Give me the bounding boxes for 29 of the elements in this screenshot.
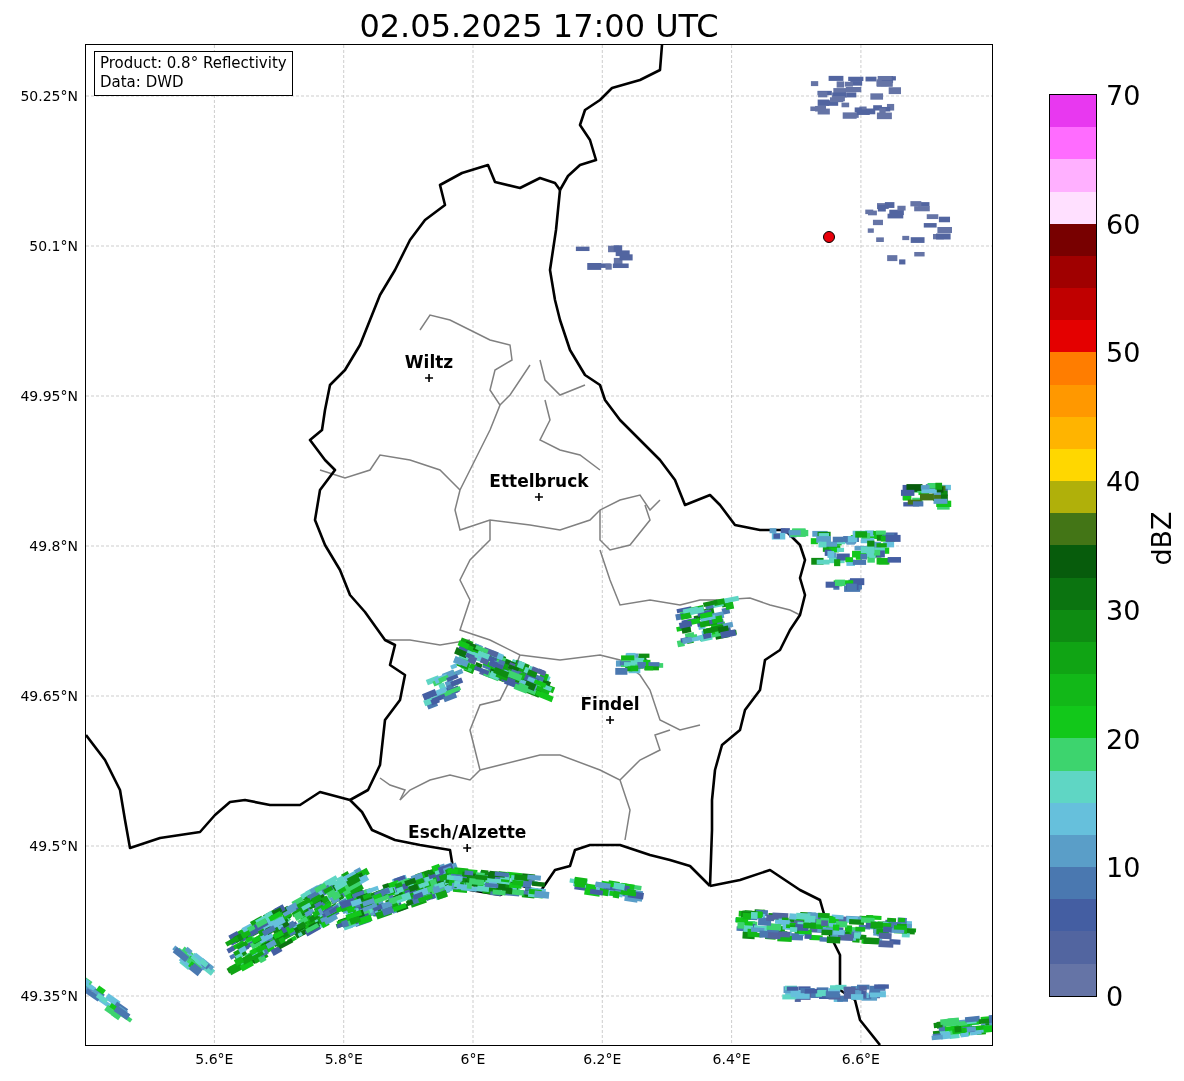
colorbar-tick-label: 30 xyxy=(1106,594,1141,626)
city-label: Ettelbruck xyxy=(489,471,589,491)
colorbar-tick-label: 60 xyxy=(1106,208,1141,240)
city-label: Esch/Alzette xyxy=(408,822,527,842)
colorbar-tick-label: 20 xyxy=(1106,723,1141,755)
latitude-tick-label: 49.95°N xyxy=(20,388,78,404)
latitude-tick-label: 50.1°N xyxy=(29,238,78,254)
latitude-tick-label: 50.25°N xyxy=(20,88,78,104)
info-text: Data: DWD xyxy=(100,73,185,92)
longitude-tick-label: 5.6°E xyxy=(195,1051,234,1067)
longitude-tick-label: 6.4°E xyxy=(712,1051,751,1067)
map-title: 02.05.2025 17:00 UTC xyxy=(358,6,720,45)
longitude-tick-label: 5.8°E xyxy=(324,1051,363,1067)
colorbar-tick-label: 0 xyxy=(1106,980,1124,1012)
colorbar-tick-label: 40 xyxy=(1106,465,1141,497)
colorbar-tick-label: 10 xyxy=(1106,851,1141,883)
city-label: Findel xyxy=(580,694,640,714)
colorbar-label: dBZ xyxy=(1145,511,1177,566)
longitude-tick-label: 6.2°E xyxy=(583,1051,622,1067)
info-text: Product: 0.8° Reflectivity xyxy=(100,54,287,73)
latitude-tick-label: 49.35°N xyxy=(20,988,78,1004)
colorbar-tick-label: 70 xyxy=(1106,79,1141,111)
longitude-tick-label: 6.6°E xyxy=(841,1051,880,1067)
latitude-tick-label: 49.8°N xyxy=(29,538,78,554)
colorbar-tick-label: 50 xyxy=(1106,336,1141,368)
city-label: Wiltz xyxy=(404,352,454,372)
latitude-tick-label: 49.5°N xyxy=(29,838,78,854)
latitude-tick-label: 49.65°N xyxy=(20,688,78,704)
longitude-tick-label: 6°E xyxy=(460,1051,486,1067)
